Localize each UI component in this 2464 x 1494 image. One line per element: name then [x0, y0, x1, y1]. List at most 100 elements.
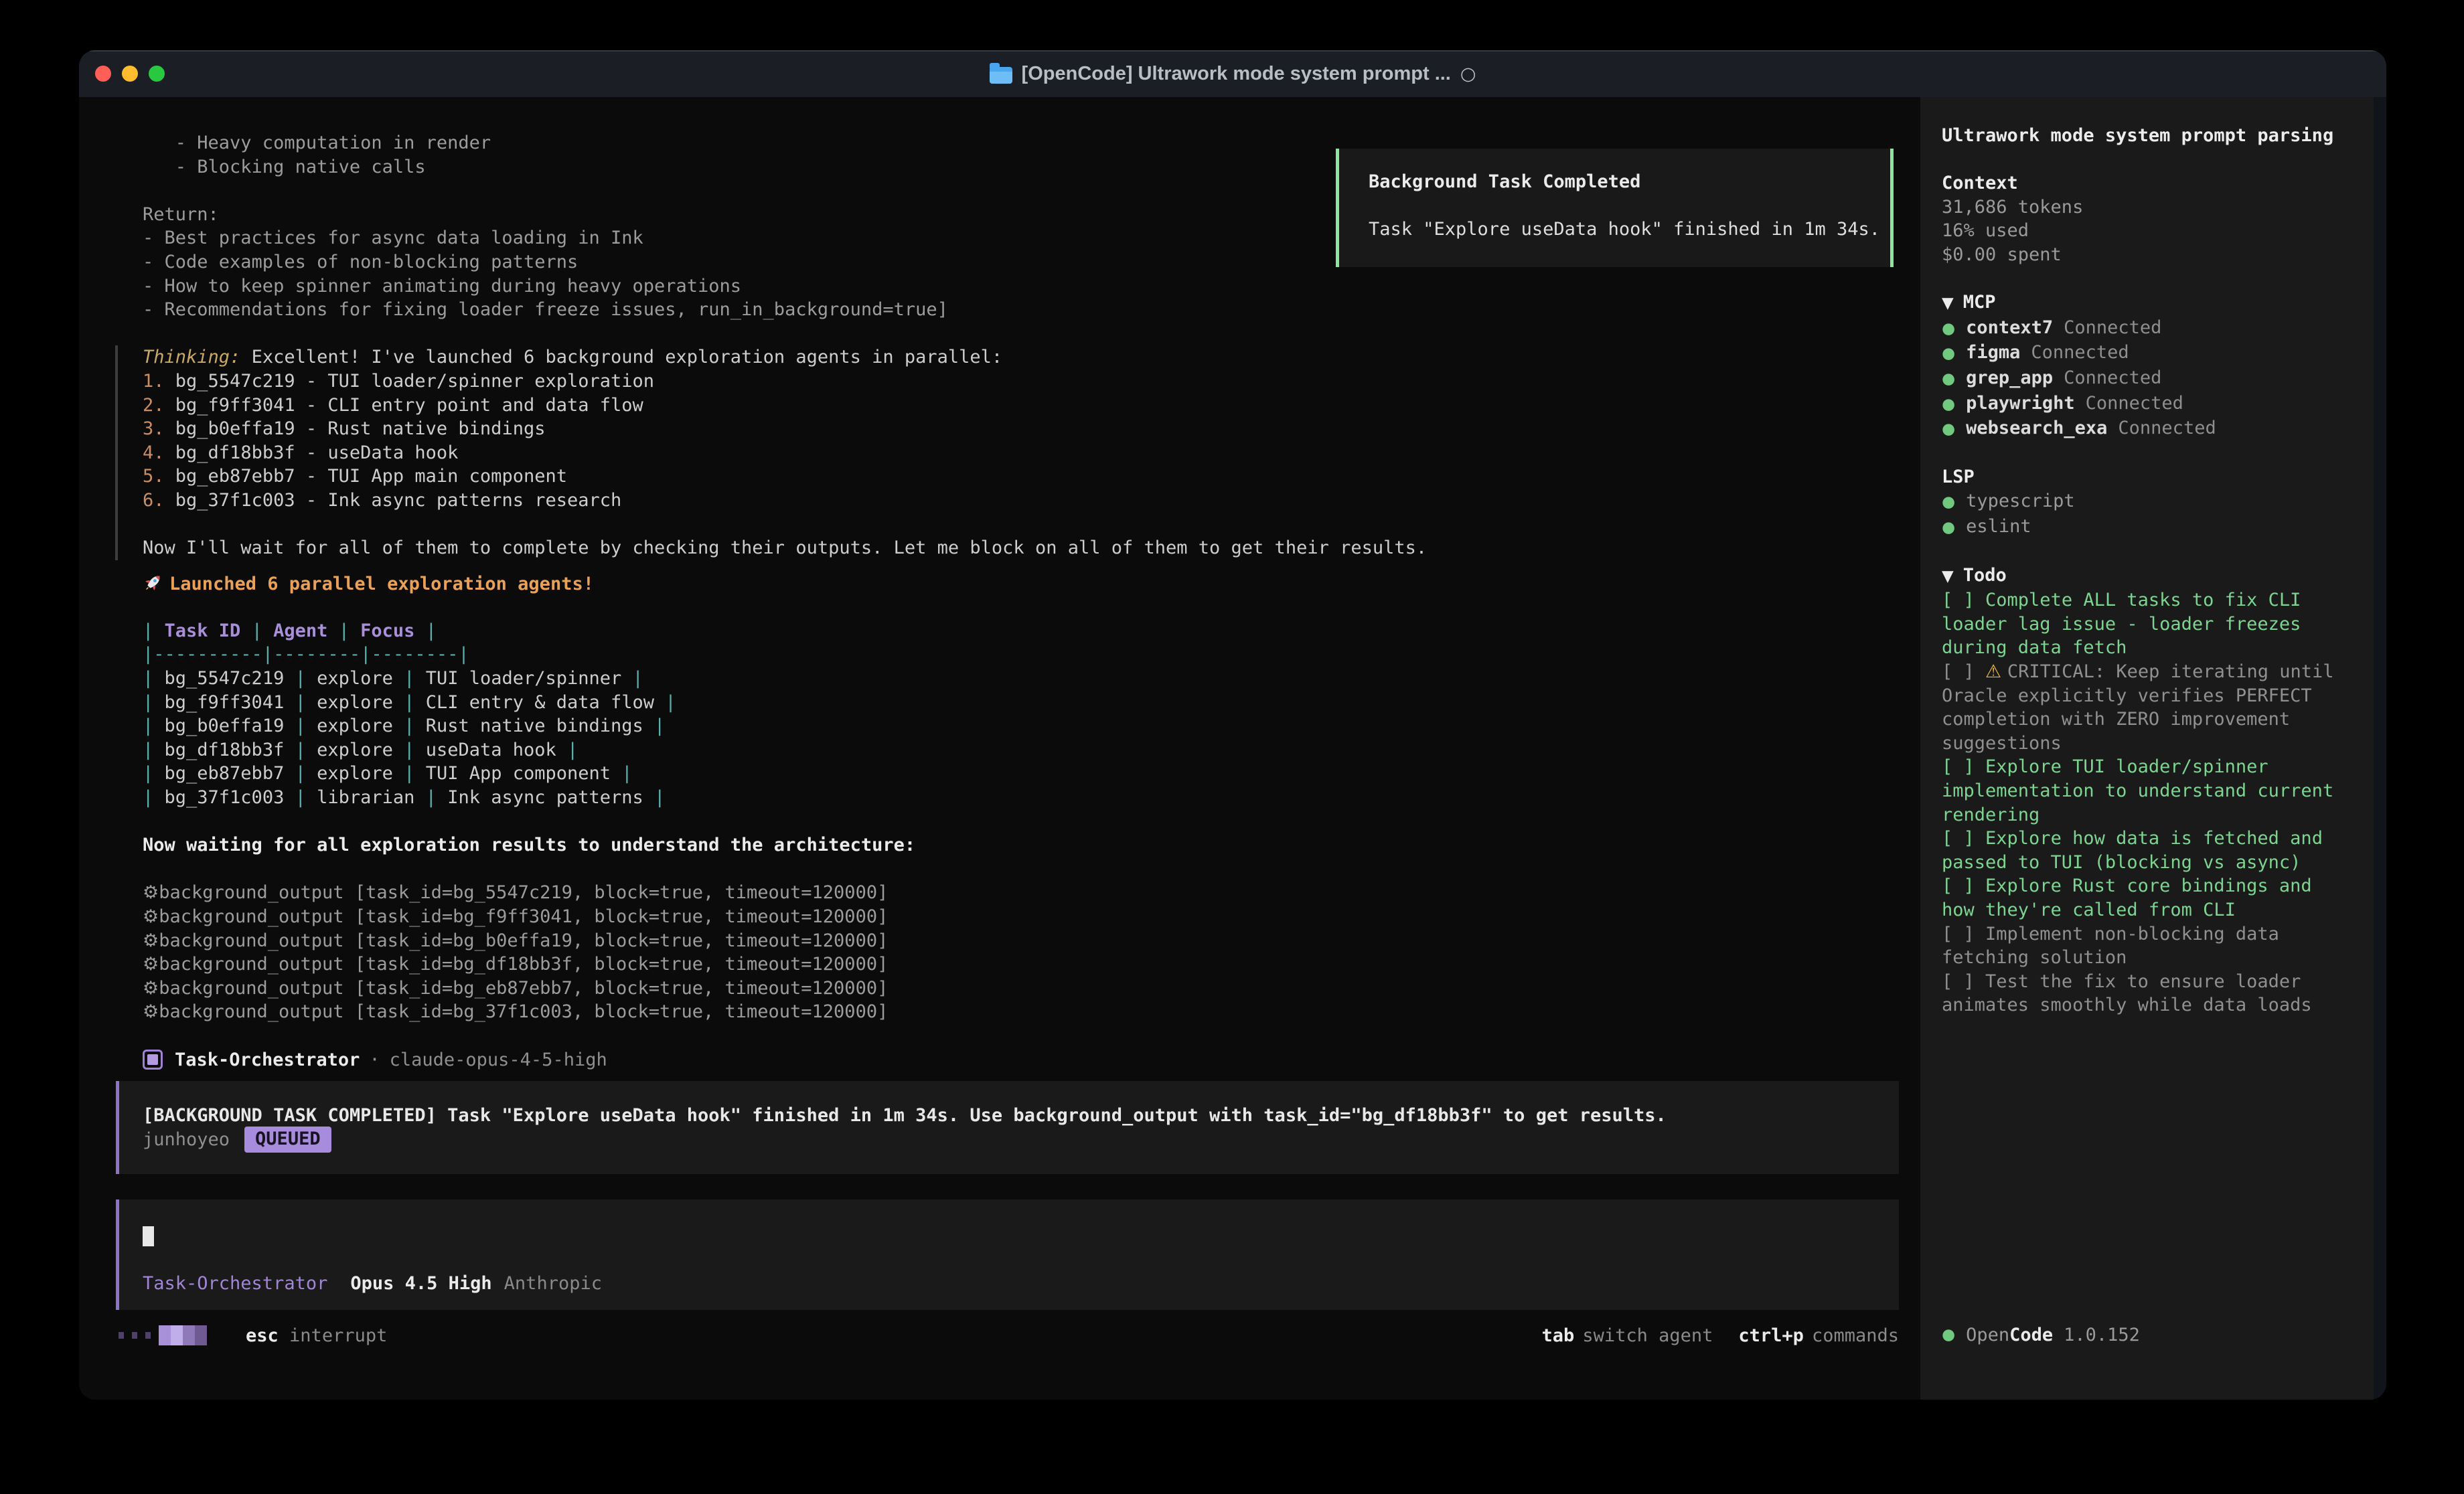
- todo-item[interactable]: [ ] Explore TUI loader/spinner implement…: [1942, 755, 2352, 827]
- mcp-item: ●websearch_exaConnected: [1942, 416, 2352, 442]
- queued-badge: QUEUED: [244, 1127, 331, 1153]
- lsp-item: ●typescript: [1942, 489, 2352, 515]
- terminal-line: 6. bg_37f1c003 - Ink async patterns rese…: [143, 489, 1899, 513]
- terminal-line: [143, 595, 1899, 619]
- terminal-line: [143, 857, 1899, 882]
- terminal-line: ⚙background_output [task_id=bg_5547c219,…: [143, 881, 1899, 905]
- terminal-line: [143, 322, 1899, 346]
- progress-ring-icon: ○: [1460, 64, 1476, 84]
- app-window: [OpenCode] Ultrawork mode system prompt …: [79, 50, 2386, 1400]
- collapse-triangle-icon: ▼: [1942, 295, 1954, 312]
- terminal-line: | bg_b0effa19 | explore | Rust native bi…: [143, 714, 1899, 738]
- connected-dot-icon: ●: [1942, 342, 1955, 366]
- input-agent-name[interactable]: Task-Orchestrator: [143, 1272, 327, 1296]
- terminal-line: Now I'll wait for all of them to complet…: [143, 536, 1899, 560]
- mcp-item: ●context7Connected: [1942, 316, 2352, 341]
- tab-key-hint: tab: [1542, 1325, 1575, 1346]
- queued-user: junhoyeo: [143, 1128, 230, 1152]
- folder-icon: [990, 67, 1012, 84]
- terminal-line: |----------|--------|--------|: [143, 643, 1899, 667]
- context-section: Context 31,686 tokens16% used$0.00 spent: [1942, 171, 2352, 266]
- toast-notification[interactable]: Background Task Completed Task "Explore …: [1336, 149, 1894, 267]
- task-completed-text: [BACKGROUND TASK COMPLETED] Task "Explor…: [143, 1104, 1885, 1128]
- terminal-line: Now waiting for all exploration results …: [143, 833, 1899, 857]
- terminal-line: | bg_df18bb3f | explore | useData hook |: [143, 738, 1899, 762]
- terminal-line: ⚙background_output [task_id=bg_f9ff3041,…: [143, 905, 1899, 929]
- context-heading: Context: [1942, 171, 2352, 195]
- connected-dot-icon: ●: [1942, 317, 1955, 341]
- terminal-line: [143, 810, 1899, 834]
- terminal-line: ⚙background_output [task_id=bg_df18bb3f,…: [143, 952, 1899, 977]
- todo-heading[interactable]: ▼Todo: [1942, 564, 2352, 589]
- progress-spinner: [119, 1332, 151, 1339]
- terminal-line: [143, 513, 1899, 537]
- close-button[interactable]: [95, 66, 111, 82]
- sidebar: Ultrawork mode system prompt parsing Con…: [1920, 97, 2374, 1400]
- todo-item[interactable]: [ ] Explore how data is fetched and pass…: [1942, 827, 2352, 874]
- ctrlp-key-hint: ctrl+p: [1738, 1325, 1804, 1346]
- terminal-line: | Task ID | Agent | Focus |: [143, 619, 1899, 643]
- rocket-icon: [143, 572, 164, 593]
- todo-section: ▼Todo [ ] Complete ALL tasks to fix CLI …: [1942, 564, 2352, 1017]
- terminal-line: Thinking: Excellent! I've launched 6 bac…: [143, 345, 1899, 369]
- todo-item[interactable]: [ ] Explore Rust core bindings and how t…: [1942, 874, 2352, 922]
- terminal-line: Launched 6 parallel exploration agents!: [143, 572, 1899, 596]
- connected-dot-icon: ●: [1942, 491, 1955, 515]
- mcp-item: ●playwrightConnected: [1942, 392, 2352, 417]
- prompt-input[interactable]: Task-Orchestrator Opus 4.5 High Anthropi…: [116, 1199, 1899, 1310]
- title-bar: [OpenCode] Ultrawork mode system prompt …: [79, 50, 2386, 97]
- connected-dot-icon: ●: [1942, 393, 1955, 417]
- terminal-line: | bg_5547c219 | explore | TUI loader/spi…: [143, 667, 1899, 691]
- terminal-line: ⚙background_output [task_id=bg_b0effa19,…: [143, 929, 1899, 953]
- terminal-line: 2. bg_f9ff3041 - CLI entry point and dat…: [143, 394, 1899, 418]
- terminal-line: | bg_eb87ebb7 | explore | TUI App compon…: [143, 762, 1899, 786]
- input-model-name[interactable]: Opus 4.5 High: [350, 1272, 491, 1296]
- todo-item[interactable]: [ ] Complete ALL tasks to fix CLI loader…: [1942, 588, 2352, 660]
- context-stat: $0.00 spent: [1942, 243, 2352, 267]
- ctrlp-key-label: commands: [1812, 1325, 1899, 1346]
- text-cursor: [143, 1226, 154, 1246]
- todo-item[interactable]: [ ] Test the fix to ensure loader animat…: [1942, 970, 2352, 1017]
- terminal-line: 4. bg_df18bb3f - useData hook: [143, 441, 1899, 465]
- terminal-line: 3. bg_b0effa19 - Rust native bindings: [143, 417, 1899, 441]
- terminal-line: | bg_37f1c003 | librarian | Ink async pa…: [143, 786, 1899, 810]
- todo-item[interactable]: [ ] Implement non-blocking data fetching…: [1942, 922, 2352, 970]
- mcp-heading[interactable]: ▼MCP: [1942, 290, 2352, 316]
- context-stat: 16% used: [1942, 219, 2352, 243]
- separator-dot: ·: [369, 1048, 380, 1072]
- agent-model: claude-opus-4-5-high: [390, 1048, 607, 1072]
- agent-name: Task-Orchestrator: [175, 1048, 360, 1072]
- terminal-line: - Recommendations for fixing loader free…: [143, 298, 1899, 322]
- window-title: [OpenCode] Ultrawork mode system prompt …: [1022, 63, 1451, 85]
- message-block: Launched 6 parallel exploration agents! …: [143, 572, 1899, 1024]
- conversation-pane[interactable]: - Heavy computation in render - Blocking…: [79, 97, 1899, 1400]
- terminal-line: ⚙background_output [task_id=bg_eb87ebb7,…: [143, 977, 1899, 1001]
- warning-icon: ⚠: [1985, 661, 2007, 682]
- tab-key-label: switch agent: [1582, 1325, 1713, 1346]
- mcp-item: ●figmaConnected: [1942, 341, 2352, 366]
- terminal-line: ⚙background_output [task_id=bg_37f1c003,…: [143, 1000, 1899, 1024]
- thinking-block: Thinking: Excellent! I've launched 6 bac…: [115, 345, 1899, 560]
- window-edge-strip: [2374, 97, 2386, 1400]
- input-footer: Task-Orchestrator Opus 4.5 High Anthropi…: [143, 1272, 1885, 1296]
- mcp-item: ●grep_appConnected: [1942, 366, 2352, 392]
- keybind-hints: tab switch agent ctrl+p commands: [1525, 1325, 1899, 1346]
- progress-spinner-block: [159, 1325, 207, 1345]
- lsp-item: ●eslint: [1942, 515, 2352, 540]
- connected-dot-icon: ●: [1942, 516, 1955, 540]
- terminal-line: 1. bg_5547c219 - TUI loader/spinner expl…: [143, 369, 1899, 394]
- context-stat: 31,686 tokens: [1942, 195, 2352, 220]
- toast-title: Background Task Completed: [1369, 170, 1877, 194]
- terminal-line: | bg_f9ff3041 | explore | CLI entry & da…: [143, 691, 1899, 715]
- toast-body: Task "Explore useData hook" finished in …: [1369, 218, 1877, 242]
- agent-message-header: Task-Orchestrator · claude-opus-4-5-high: [143, 1048, 1899, 1072]
- todo-item[interactable]: [ ] ⚠ CRITICAL: Keep iterating until Ora…: [1942, 660, 2352, 755]
- minimize-button[interactable]: [122, 66, 138, 82]
- status-dot-icon: ●: [1942, 1323, 1955, 1347]
- lsp-heading: LSP: [1942, 465, 2352, 489]
- agent-icon: [143, 1050, 163, 1070]
- background-task-message: [BACKGROUND TASK COMPLETED] Task "Explor…: [116, 1081, 1899, 1174]
- esc-key-hint: esc: [246, 1325, 279, 1346]
- zoom-button[interactable]: [149, 66, 165, 82]
- session-title: Ultrawork mode system prompt parsing: [1942, 124, 2352, 148]
